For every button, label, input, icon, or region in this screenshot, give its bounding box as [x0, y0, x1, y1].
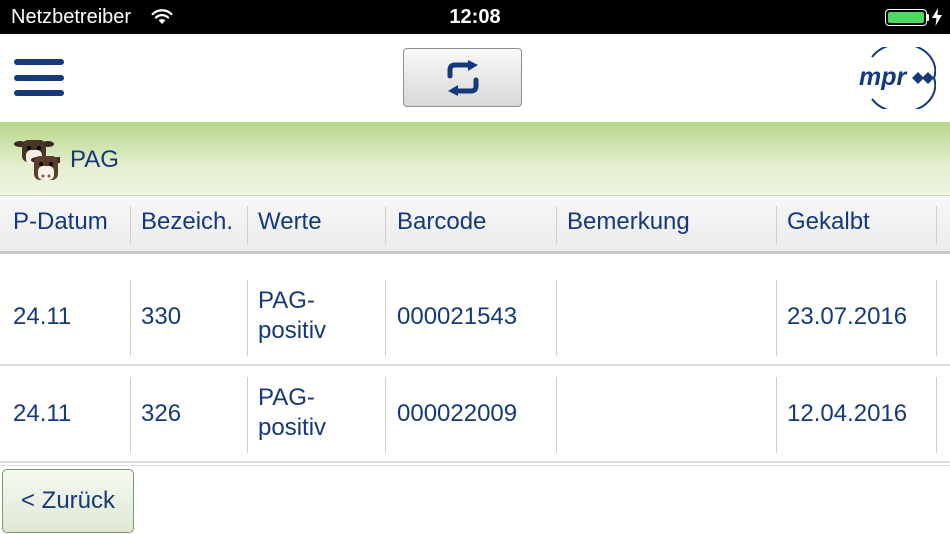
column-divider — [776, 206, 777, 244]
cell-p-datum: 24.11 — [13, 400, 72, 427]
cell-werte: PAG- positiv — [258, 383, 326, 443]
sync-button[interactable] — [403, 48, 522, 107]
section-header: PAG — [0, 122, 950, 196]
cell-werte: PAG- positiv — [258, 286, 326, 346]
cell-werte-line2: positiv — [258, 414, 327, 441]
column-divider — [130, 206, 131, 244]
battery-level-fill — [888, 12, 924, 23]
menu-button[interactable] — [14, 59, 64, 97]
cell-werte-line1: PAG- — [258, 384, 315, 411]
cell-bezeich: 330 — [141, 303, 182, 330]
cell-werte-line2: positiv — [258, 317, 327, 344]
back-button-label: < Zurück — [20, 487, 116, 514]
cell-bezeich: 326 — [141, 400, 182, 427]
mpr-logo: mpr — [859, 47, 936, 109]
sync-arrows-icon — [447, 60, 479, 96]
app-screen: Netzbetreiber 12:08 mpr PAG P-Datum Beze… — [0, 0, 950, 534]
column-divider — [385, 206, 386, 244]
column-divider — [556, 280, 557, 356]
footer-divider — [0, 465, 950, 466]
table-spacer — [0, 256, 950, 270]
cell-barcode: 000022009 — [397, 400, 518, 427]
column-divider — [385, 377, 386, 453]
column-header-p-datum[interactable]: P-Datum — [13, 208, 108, 236]
charging-bolt-icon — [932, 8, 942, 26]
column-divider — [130, 280, 131, 356]
column-header-gekalbt[interactable]: Gekalbt — [787, 208, 870, 236]
table-row[interactable]: 24.11 330 PAG- positiv 000021543 23.07.2… — [0, 270, 950, 366]
column-divider — [247, 280, 248, 356]
battery-icon — [885, 9, 927, 26]
column-divider — [776, 377, 777, 453]
cell-gekalbt: 23.07.2016 — [787, 303, 908, 330]
column-divider — [936, 377, 937, 453]
column-divider — [936, 206, 937, 244]
battery-tip — [927, 14, 929, 21]
cell-barcode: 000021543 — [397, 303, 518, 330]
column-header-werte[interactable]: Werte — [258, 208, 322, 236]
table-row[interactable]: 24.11 326 PAG- positiv 000022009 12.04.2… — [0, 367, 950, 463]
hamburger-menu-bar — [14, 90, 64, 96]
column-divider — [556, 206, 557, 244]
column-divider — [385, 280, 386, 356]
section-title: PAG — [70, 146, 119, 173]
cell-gekalbt: 12.04.2016 — [787, 400, 908, 427]
column-divider — [247, 377, 248, 453]
column-divider — [936, 280, 937, 356]
toolbar: mpr — [0, 34, 950, 122]
column-header-bezeich[interactable]: Bezeich. — [141, 208, 233, 236]
status-bar: Netzbetreiber 12:08 — [0, 0, 950, 34]
hamburger-menu-bar — [14, 75, 64, 81]
hamburger-menu-icon — [14, 59, 64, 65]
column-divider — [130, 377, 131, 453]
column-divider — [247, 206, 248, 244]
column-divider — [776, 280, 777, 356]
back-button[interactable]: < Zurück — [2, 469, 134, 533]
column-header-bemerkung[interactable]: Bemerkung — [567, 208, 690, 236]
table-header: P-Datum Bezeich. Werte Barcode Bemerkung… — [0, 196, 950, 254]
status-time: 12:08 — [449, 6, 501, 28]
column-header-barcode[interactable]: Barcode — [397, 208, 486, 236]
cell-p-datum: 24.11 — [13, 303, 72, 330]
cell-werte-line1: PAG- — [258, 287, 315, 314]
column-divider — [556, 377, 557, 453]
cow-heads-icon — [14, 140, 60, 180]
logo-text: mpr — [859, 63, 908, 91]
